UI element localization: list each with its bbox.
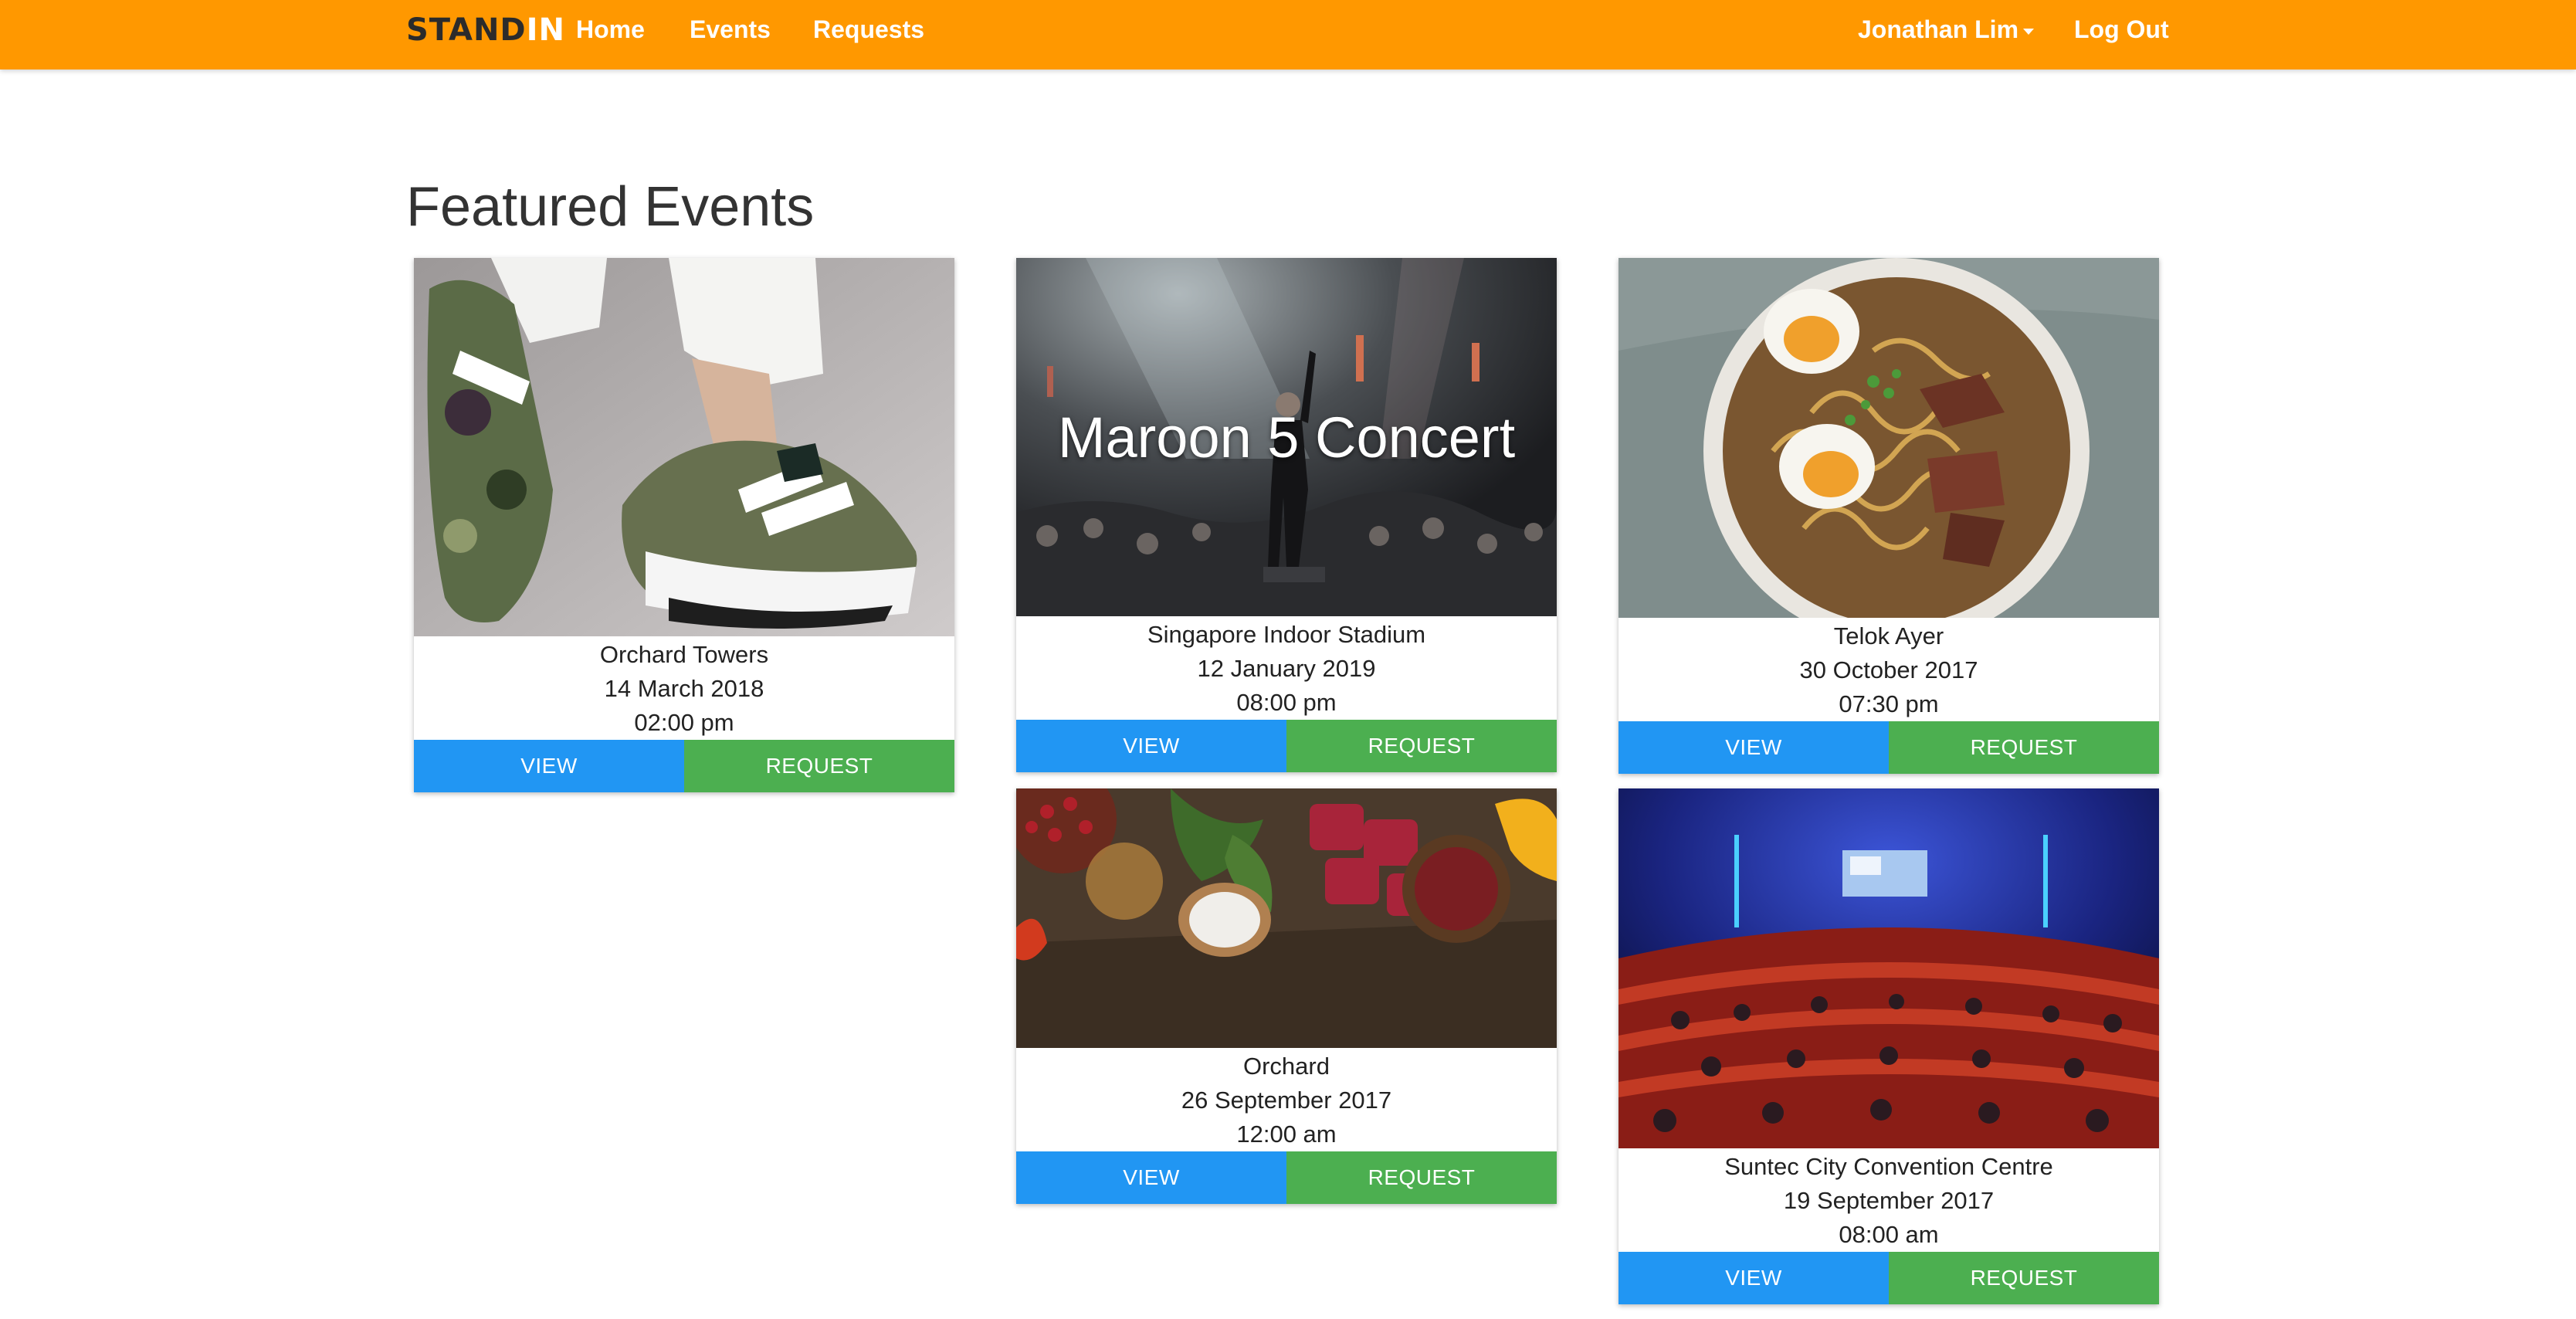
- event-time: 07:30 pm: [1839, 690, 1939, 717]
- event-card: Orchard 26 September 2017 12:00 am VIEW …: [1016, 788, 1557, 1204]
- event-title-overlay: Maroon 5 Concert: [1057, 405, 1516, 470]
- card-actions: VIEW REQUEST: [1618, 721, 2159, 774]
- brand-logo[interactable]: STANDIN: [406, 14, 565, 46]
- navbar: STANDIN Home Events Requests Jonathan Li…: [0, 0, 2576, 70]
- view-button[interactable]: VIEW: [1618, 721, 1889, 774]
- event-info: Orchard Towers 14 March 2018 02:00 pm: [414, 636, 954, 740]
- view-button[interactable]: VIEW: [1016, 720, 1286, 772]
- event-card: Maroon 5 Concert Singapore Indoor Stadiu…: [1016, 258, 1557, 772]
- event-image-concert[interactable]: Maroon 5 Concert: [1016, 258, 1557, 616]
- event-date: 12 January 2019: [1197, 655, 1376, 682]
- event-time: 08:00 pm: [1236, 689, 1337, 716]
- card-actions: VIEW REQUEST: [1618, 1252, 2159, 1304]
- event-image-spices[interactable]: [1016, 788, 1557, 1048]
- event-location: Orchard Towers: [599, 641, 769, 668]
- caret-down-icon: [2023, 28, 2035, 35]
- brand-logo-part2: IN: [526, 12, 565, 48]
- logout-link[interactable]: Log Out: [2074, 0, 2169, 59]
- event-date: 30 October 2017: [1799, 656, 1978, 683]
- event-card: Orchard Towers 14 March 2018 02:00 pm VI…: [414, 258, 954, 792]
- request-button[interactable]: REQUEST: [684, 740, 954, 792]
- event-time: 02:00 pm: [634, 709, 734, 736]
- request-button[interactable]: REQUEST: [1889, 1252, 2159, 1304]
- page-title: Featured Events: [406, 176, 815, 238]
- event-time: 08:00 am: [1839, 1221, 1939, 1248]
- event-info: Orchard 26 September 2017 12:00 am: [1016, 1048, 1557, 1151]
- request-button[interactable]: REQUEST: [1286, 720, 1557, 772]
- user-name: Jonathan Lim: [1858, 15, 2019, 43]
- nav-link-events[interactable]: Events: [690, 0, 771, 59]
- event-image-ramen[interactable]: [1618, 258, 2159, 618]
- event-location: Orchard: [1243, 1053, 1330, 1080]
- view-button[interactable]: VIEW: [414, 740, 684, 792]
- event-card: Telok Ayer 30 October 2017 07:30 pm VIEW…: [1618, 258, 2159, 774]
- request-button[interactable]: REQUEST: [1889, 721, 2159, 774]
- card-actions: VIEW REQUEST: [1016, 1151, 1557, 1204]
- event-date: 14 March 2018: [604, 675, 764, 702]
- event-time: 12:00 am: [1236, 1121, 1337, 1148]
- event-info: Suntec City Convention Centre 19 Septemb…: [1618, 1148, 2159, 1252]
- user-menu-dropdown[interactable]: Jonathan Lim: [1858, 0, 2035, 59]
- event-info: Singapore Indoor Stadium 12 January 2019…: [1016, 616, 1557, 720]
- card-actions: VIEW REQUEST: [414, 740, 954, 792]
- view-button[interactable]: VIEW: [1618, 1252, 1889, 1304]
- event-card: Suntec City Convention Centre 19 Septemb…: [1618, 788, 2159, 1304]
- event-location: Telok Ayer: [1833, 622, 1944, 649]
- view-button[interactable]: VIEW: [1016, 1151, 1286, 1204]
- event-location: Suntec City Convention Centre: [1724, 1153, 2053, 1180]
- nav-link-home[interactable]: Home: [576, 0, 645, 59]
- brand-logo-part1: STAND: [406, 12, 527, 48]
- event-image-sneakers[interactable]: [414, 258, 954, 636]
- event-date: 19 September 2017: [1783, 1187, 1995, 1214]
- event-location: Singapore Indoor Stadium: [1147, 621, 1426, 648]
- event-info: Telok Ayer 30 October 2017 07:30 pm: [1618, 618, 2159, 721]
- nav-link-requests[interactable]: Requests: [813, 0, 924, 59]
- event-image-conference[interactable]: [1618, 788, 2159, 1148]
- card-actions: VIEW REQUEST: [1016, 720, 1557, 772]
- event-date: 26 September 2017: [1181, 1087, 1392, 1114]
- request-button[interactable]: REQUEST: [1286, 1151, 1557, 1204]
